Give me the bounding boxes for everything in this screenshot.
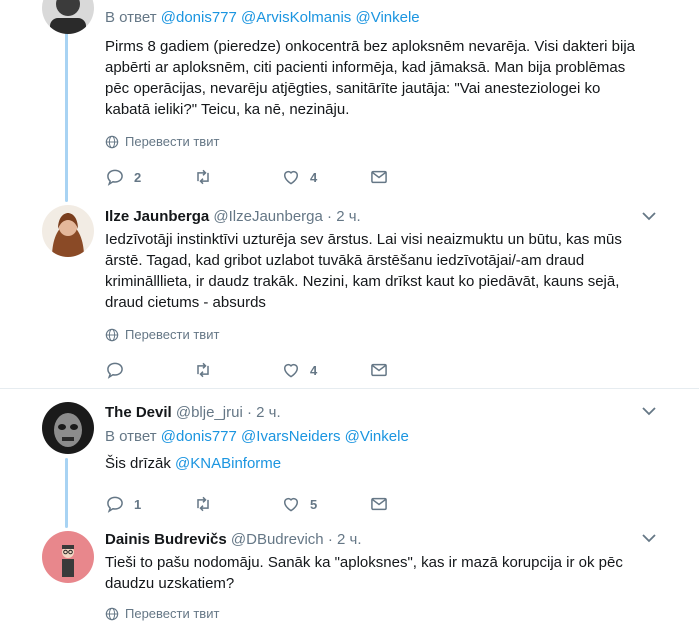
envelope-icon xyxy=(371,363,387,377)
translate-link[interactable]: Перевести твит xyxy=(105,327,645,342)
tweet-text-body: Šis drīzāk xyxy=(105,455,171,472)
globe-icon xyxy=(105,328,119,341)
mention-link[interactable]: @Vinkele xyxy=(355,9,419,26)
user-handle[interactable]: @IlzeJaunberga xyxy=(213,208,322,225)
reply-button[interactable]: 2 xyxy=(105,167,193,187)
like-button[interactable]: 4 xyxy=(281,360,369,380)
message-button[interactable] xyxy=(369,360,457,380)
avatar[interactable] xyxy=(42,402,94,454)
message-button[interactable] xyxy=(369,167,457,187)
avatar[interactable] xyxy=(42,531,94,583)
action-bar: 1 5 xyxy=(105,494,645,514)
separator-dot: · xyxy=(327,208,333,225)
reply-button[interactable] xyxy=(105,360,193,380)
user-handle[interactable]: @blje_jrui xyxy=(176,404,243,421)
reply-prefix: В ответ xyxy=(105,9,157,26)
message-button[interactable] xyxy=(369,494,457,514)
reply-prefix: В ответ xyxy=(105,428,157,445)
reply-context: В ответ @donis777 @IvarsNeiders @Vinkele xyxy=(105,427,645,447)
timestamp[interactable]: 2 ч. xyxy=(336,208,361,225)
reply-count: 1 xyxy=(134,496,142,512)
heart-icon xyxy=(284,170,298,185)
chevron-down-icon[interactable] xyxy=(641,210,657,222)
thread-line xyxy=(65,30,68,202)
retweet-icon xyxy=(197,362,209,378)
tweet-text: Pirms 8 gadiem (pieredze) onkocentrā bez… xyxy=(105,38,635,118)
tweet-1: В ответ @donis777 @ArvisKolmanis @Vinkel… xyxy=(105,8,645,187)
retweet-button[interactable] xyxy=(193,494,281,514)
display-name[interactable]: Ilze Jaunberga xyxy=(105,208,209,225)
translate-link[interactable]: Перевести твит xyxy=(105,606,645,621)
action-bar: 4 xyxy=(105,360,645,380)
globe-icon xyxy=(105,135,119,148)
separator-dot: · xyxy=(246,404,252,421)
retweet-icon xyxy=(197,169,209,185)
mention-link[interactable]: @IvarsNeiders xyxy=(241,428,340,445)
translate-label: Перевести твит xyxy=(125,606,220,621)
tweet-text: Šis drīzāk @KNABinforme xyxy=(105,453,645,474)
tweet-4: Dainis Budrevičs @DBudrevich · 2 ч. Tieš… xyxy=(105,530,645,621)
translate-label: Перевести твит xyxy=(125,134,220,149)
display-name[interactable]: The Devil xyxy=(105,404,172,421)
reply-icon xyxy=(107,496,123,513)
divider xyxy=(0,388,699,389)
like-button[interactable]: 4 xyxy=(281,167,369,187)
tweet-header: Ilze Jaunberga @IlzeJaunberga · 2 ч. xyxy=(105,207,645,227)
globe-icon xyxy=(105,607,119,620)
chevron-down-icon[interactable] xyxy=(641,532,657,544)
tweet-text: Tieši to pašu nodomāju. Sanāk ka "aploks… xyxy=(105,554,623,592)
like-count: 5 xyxy=(310,496,318,512)
mention-link[interactable]: @ArvisKolmanis xyxy=(241,9,351,26)
action-bar: 2 4 xyxy=(105,167,645,187)
separator-dot: · xyxy=(327,531,333,548)
chevron-down-icon[interactable] xyxy=(641,405,657,417)
thread-line xyxy=(65,458,68,528)
reply-icon xyxy=(107,362,123,379)
heart-icon xyxy=(284,497,298,512)
translate-link[interactable]: Перевести твит xyxy=(105,134,645,149)
user-handle[interactable]: @DBudrevich xyxy=(231,531,324,548)
avatar[interactable] xyxy=(42,0,94,34)
retweet-icon xyxy=(197,496,209,512)
heart-icon xyxy=(284,363,298,378)
avatar[interactable] xyxy=(42,205,94,257)
retweet-button[interactable] xyxy=(193,360,281,380)
translate-label: Перевести твит xyxy=(125,327,220,342)
reply-button[interactable]: 1 xyxy=(105,494,193,514)
like-count: 4 xyxy=(310,169,318,185)
reply-context: В ответ @donis777 @ArvisKolmanis @Vinkel… xyxy=(105,8,645,28)
display-name[interactable]: Dainis Budrevičs xyxy=(105,531,227,548)
timestamp[interactable]: 2 ч. xyxy=(337,531,362,548)
mention-link[interactable]: @donis777 xyxy=(161,428,237,445)
reply-icon xyxy=(107,169,123,186)
envelope-icon xyxy=(371,170,387,184)
tweet-header: Dainis Budrevičs @DBudrevich · 2 ч. xyxy=(105,530,645,550)
mention-link[interactable]: @Vinkele xyxy=(345,428,409,445)
retweet-button[interactable] xyxy=(193,167,281,187)
timestamp[interactable]: 2 ч. xyxy=(256,404,281,421)
tweet-text: Iedzīvotāji instinktīvi uzturēja sev ārs… xyxy=(105,231,622,311)
tweet-3: The Devil @blje_jrui · 2 ч. В ответ @don… xyxy=(105,403,645,514)
mention-link[interactable]: @donis777 xyxy=(161,9,237,26)
like-count: 4 xyxy=(310,362,318,378)
mention-link[interactable]: @KNABinforme xyxy=(175,455,281,472)
reply-count: 2 xyxy=(134,169,142,185)
tweet-2: Ilze Jaunberga @IlzeJaunberga · 2 ч. Ied… xyxy=(105,207,645,380)
envelope-icon xyxy=(371,497,387,511)
tweet-header: The Devil @blje_jrui · 2 ч. xyxy=(105,403,645,423)
like-button[interactable]: 5 xyxy=(281,494,369,514)
